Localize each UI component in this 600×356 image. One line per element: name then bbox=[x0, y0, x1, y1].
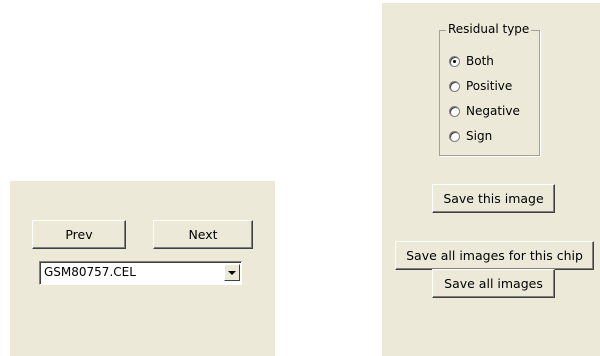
prev-button[interactable]: Prev bbox=[32, 220, 126, 249]
radio-sign[interactable]: Sign bbox=[449, 128, 492, 144]
residual-type-group: Residual type Both Positive Negative Sig… bbox=[439, 22, 540, 156]
radio-label: Negative bbox=[466, 104, 520, 118]
save-this-image-button[interactable]: Save this image bbox=[432, 184, 555, 213]
navigation-panel: Prev Next GSM80757.CEL bbox=[10, 181, 275, 356]
save-all-images-for-chip-button[interactable]: Save all images for this chip bbox=[395, 241, 594, 270]
file-select[interactable]: GSM80757.CEL bbox=[39, 261, 242, 285]
residual-type-title: Residual type bbox=[446, 22, 532, 36]
radio-unselected-icon[interactable] bbox=[449, 80, 460, 92]
radio-label: Positive bbox=[466, 79, 513, 93]
residual-panel: Residual type Both Positive Negative Sig… bbox=[382, 3, 600, 356]
radio-unselected-icon[interactable] bbox=[449, 130, 460, 142]
dropdown-button[interactable] bbox=[224, 264, 240, 281]
radio-label: Sign bbox=[466, 129, 493, 143]
radio-unselected-icon[interactable] bbox=[449, 105, 460, 117]
radio-both[interactable]: Both bbox=[449, 53, 494, 69]
save-all-images-button[interactable]: Save all images bbox=[432, 269, 555, 298]
radio-selected-icon[interactable] bbox=[449, 55, 460, 67]
radio-negative[interactable]: Negative bbox=[449, 103, 520, 119]
radio-label: Both bbox=[466, 54, 494, 68]
file-select-value: GSM80757.CEL bbox=[44, 265, 136, 279]
chevron-down-icon bbox=[228, 271, 236, 275]
next-button[interactable]: Next bbox=[153, 220, 253, 249]
radio-positive[interactable]: Positive bbox=[449, 78, 512, 94]
